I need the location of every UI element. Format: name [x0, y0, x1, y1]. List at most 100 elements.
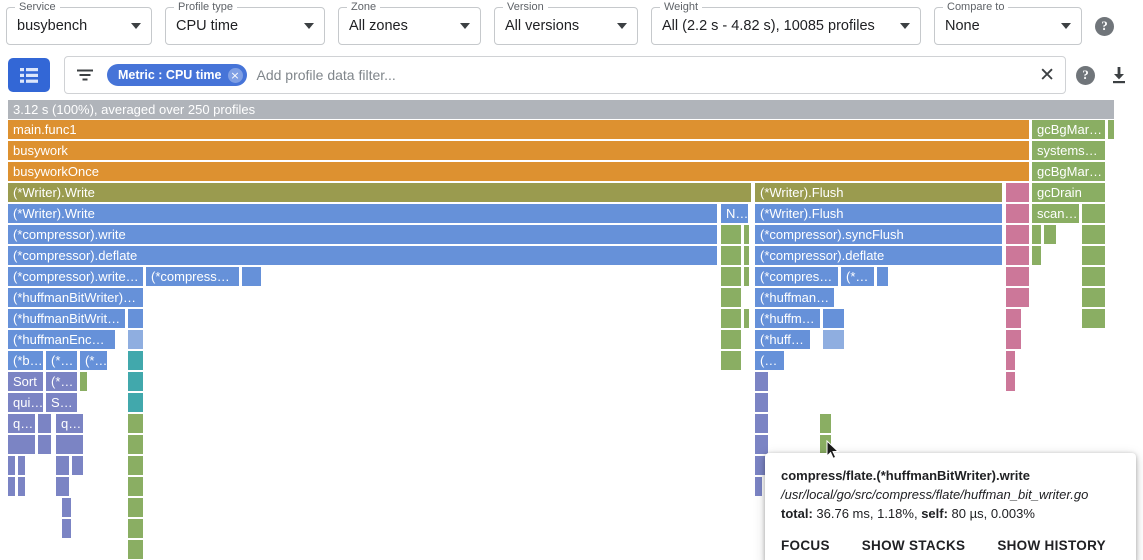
flame-frame-unlabeled[interactable]	[755, 414, 769, 434]
flame-frame-unlabeled[interactable]	[1006, 225, 1030, 245]
flame-frame-unlabeled[interactable]	[1082, 267, 1106, 287]
flame-frame[interactable]: (*…	[46, 372, 78, 392]
flame-graph[interactable]: 3.12 s (100%), averaged over 250 profile…	[0, 100, 1143, 560]
flame-frame-unlabeled[interactable]	[56, 456, 70, 476]
flame-frame[interactable]: Sort	[8, 372, 44, 392]
flame-frame-unlabeled[interactable]	[721, 309, 742, 329]
flame-frame-unlabeled[interactable]	[1006, 267, 1030, 287]
flame-frame-unlabeled[interactable]	[242, 267, 262, 287]
flame-frame-unlabeled[interactable]	[721, 246, 742, 266]
flame-frame[interactable]: main.func1	[8, 120, 1030, 140]
flame-frame-unlabeled[interactable]	[1032, 225, 1042, 245]
flame-frame-unlabeled[interactable]	[744, 246, 750, 266]
flame-frame-unlabeled[interactable]	[1082, 246, 1106, 266]
flame-frame[interactable]: (*huffmanBitWrit…	[8, 309, 126, 329]
profile-filter-box[interactable]: Metric : CPU time × Add profile data fil…	[64, 56, 1066, 94]
flame-frame[interactable]: (*compres…	[755, 267, 839, 287]
flame-frame-unlabeled[interactable]	[128, 372, 144, 392]
flame-frame-unlabeled[interactable]	[128, 477, 144, 497]
flame-frame-unlabeled[interactable]	[56, 477, 70, 497]
flame-frame[interactable]: N…	[721, 204, 749, 224]
service-selector[interactable]: Service busybench	[6, 1, 152, 45]
flame-frame-unlabeled[interactable]	[128, 435, 144, 455]
flame-frame-unlabeled[interactable]	[128, 456, 144, 476]
flame-frame[interactable]: (*huffmanBitWriter)…	[8, 288, 144, 308]
flame-frame[interactable]: (*compressor).write…	[8, 267, 144, 287]
flame-frame-unlabeled[interactable]	[128, 309, 144, 329]
flame-frame-unlabeled[interactable]	[62, 498, 72, 518]
flame-frame-unlabeled[interactable]	[1108, 120, 1115, 140]
flame-frame[interactable]: (*…	[80, 351, 108, 371]
clear-filters-icon[interactable]: ✕	[1039, 65, 1055, 85]
flame-frame[interactable]: busywork	[8, 141, 1030, 161]
help-icon[interactable]: ?	[1095, 16, 1114, 36]
flame-frame-unlabeled[interactable]	[56, 435, 84, 455]
flame-frame-unlabeled[interactable]	[1044, 225, 1057, 245]
flame-frame-unlabeled[interactable]	[128, 414, 144, 434]
flame-frame-unlabeled[interactable]	[1082, 309, 1106, 329]
flame-frame-unlabeled[interactable]	[1006, 183, 1030, 203]
flame-frame-unlabeled[interactable]	[823, 330, 845, 350]
flame-frame-unlabeled[interactable]	[721, 267, 742, 287]
flame-frame[interactable]: (*huff…	[755, 330, 811, 350]
flame-frame[interactable]: (…	[755, 351, 785, 371]
flame-frame[interactable]: (*b…	[8, 351, 44, 371]
flame-frame[interactable]: (*Writer).Flush	[755, 183, 1003, 203]
flame-frame-unlabeled[interactable]	[128, 393, 144, 413]
flame-frame-unlabeled[interactable]	[18, 477, 26, 497]
flame-frame-unlabeled[interactable]	[755, 477, 763, 497]
flame-frame[interactable]: (*compressor).deflate	[755, 246, 1003, 266]
flame-frame-unlabeled[interactable]	[820, 414, 832, 434]
list-view-icon[interactable]	[8, 58, 50, 92]
compare-to-selector[interactable]: Compare to None	[934, 1, 1082, 45]
flame-frame-unlabeled[interactable]	[1082, 204, 1106, 224]
flame-frame-unlabeled[interactable]	[1006, 204, 1030, 224]
flame-frame-unlabeled[interactable]	[823, 309, 845, 329]
flame-frame[interactable]: gcBgMar…	[1032, 162, 1106, 182]
flame-frame[interactable]: gcDrain	[1032, 183, 1106, 203]
flame-frame-unlabeled[interactable]	[18, 456, 26, 476]
flame-frame-unlabeled[interactable]	[72, 456, 84, 476]
profile-type-selector[interactable]: Profile type CPU time	[165, 1, 325, 45]
filter-help-icon[interactable]: ?	[1076, 65, 1095, 85]
flame-frame[interactable]: q…	[8, 414, 36, 434]
flame-frame-unlabeled[interactable]	[1006, 330, 1022, 350]
flame-frame[interactable]: q…	[56, 414, 84, 434]
flame-frame-unlabeled[interactable]	[721, 330, 742, 350]
flame-frame[interactable]: (*compress…	[146, 267, 240, 287]
download-icon[interactable]	[1109, 65, 1129, 85]
flame-frame-unlabeled[interactable]	[1032, 246, 1042, 266]
flame-frame-unlabeled[interactable]	[721, 225, 742, 245]
flame-frame-unlabeled[interactable]	[1006, 351, 1016, 371]
flame-frame[interactable]: (*Writer).Write	[8, 183, 752, 203]
flame-frame[interactable]: gcBgMar…	[1032, 120, 1106, 140]
version-selector[interactable]: Version All versions	[494, 1, 638, 45]
flame-frame-unlabeled[interactable]	[128, 498, 144, 518]
flame-frame-unlabeled[interactable]	[721, 288, 742, 308]
flame-frame-unlabeled[interactable]	[1006, 309, 1022, 329]
flame-frame[interactable]: (*compressor).write	[8, 225, 718, 245]
show-stacks-button[interactable]: SHOW STACKS	[862, 538, 966, 553]
flame-frame[interactable]: S…	[46, 393, 78, 413]
show-history-button[interactable]: SHOW HISTORY	[997, 538, 1106, 553]
flame-frame[interactable]: scan…	[1032, 204, 1080, 224]
zone-selector[interactable]: Zone All zones	[338, 1, 481, 45]
flame-frame-unlabeled[interactable]	[62, 519, 72, 539]
metric-filter-chip[interactable]: Metric : CPU time ×	[107, 64, 247, 86]
flame-frame-unlabeled[interactable]	[128, 351, 144, 371]
flame-frame-unlabeled[interactable]	[755, 435, 769, 455]
flame-frame-unlabeled[interactable]	[721, 351, 742, 371]
flame-frame-unlabeled[interactable]	[755, 393, 769, 413]
flame-frame[interactable]: busyworkOnce	[8, 162, 1030, 182]
flame-frame[interactable]: (*compressor).syncFlush	[755, 225, 1003, 245]
close-icon[interactable]: ×	[227, 67, 243, 83]
flame-frame-unlabeled[interactable]	[877, 267, 889, 287]
flame-frame[interactable]: (*huffmanEnc…	[8, 330, 116, 350]
flame-frame-unlabeled[interactable]	[128, 519, 144, 539]
flame-frame[interactable]: (*huffman…	[755, 288, 835, 308]
flame-frame[interactable]: systems…	[1032, 141, 1106, 161]
flame-frame-unlabeled[interactable]	[744, 267, 750, 287]
flame-frame[interactable]: (*huffm…	[755, 309, 821, 329]
profile-filter-input[interactable]: Add profile data filter...	[257, 67, 1040, 83]
flame-frame-unlabeled[interactable]	[1006, 288, 1030, 308]
